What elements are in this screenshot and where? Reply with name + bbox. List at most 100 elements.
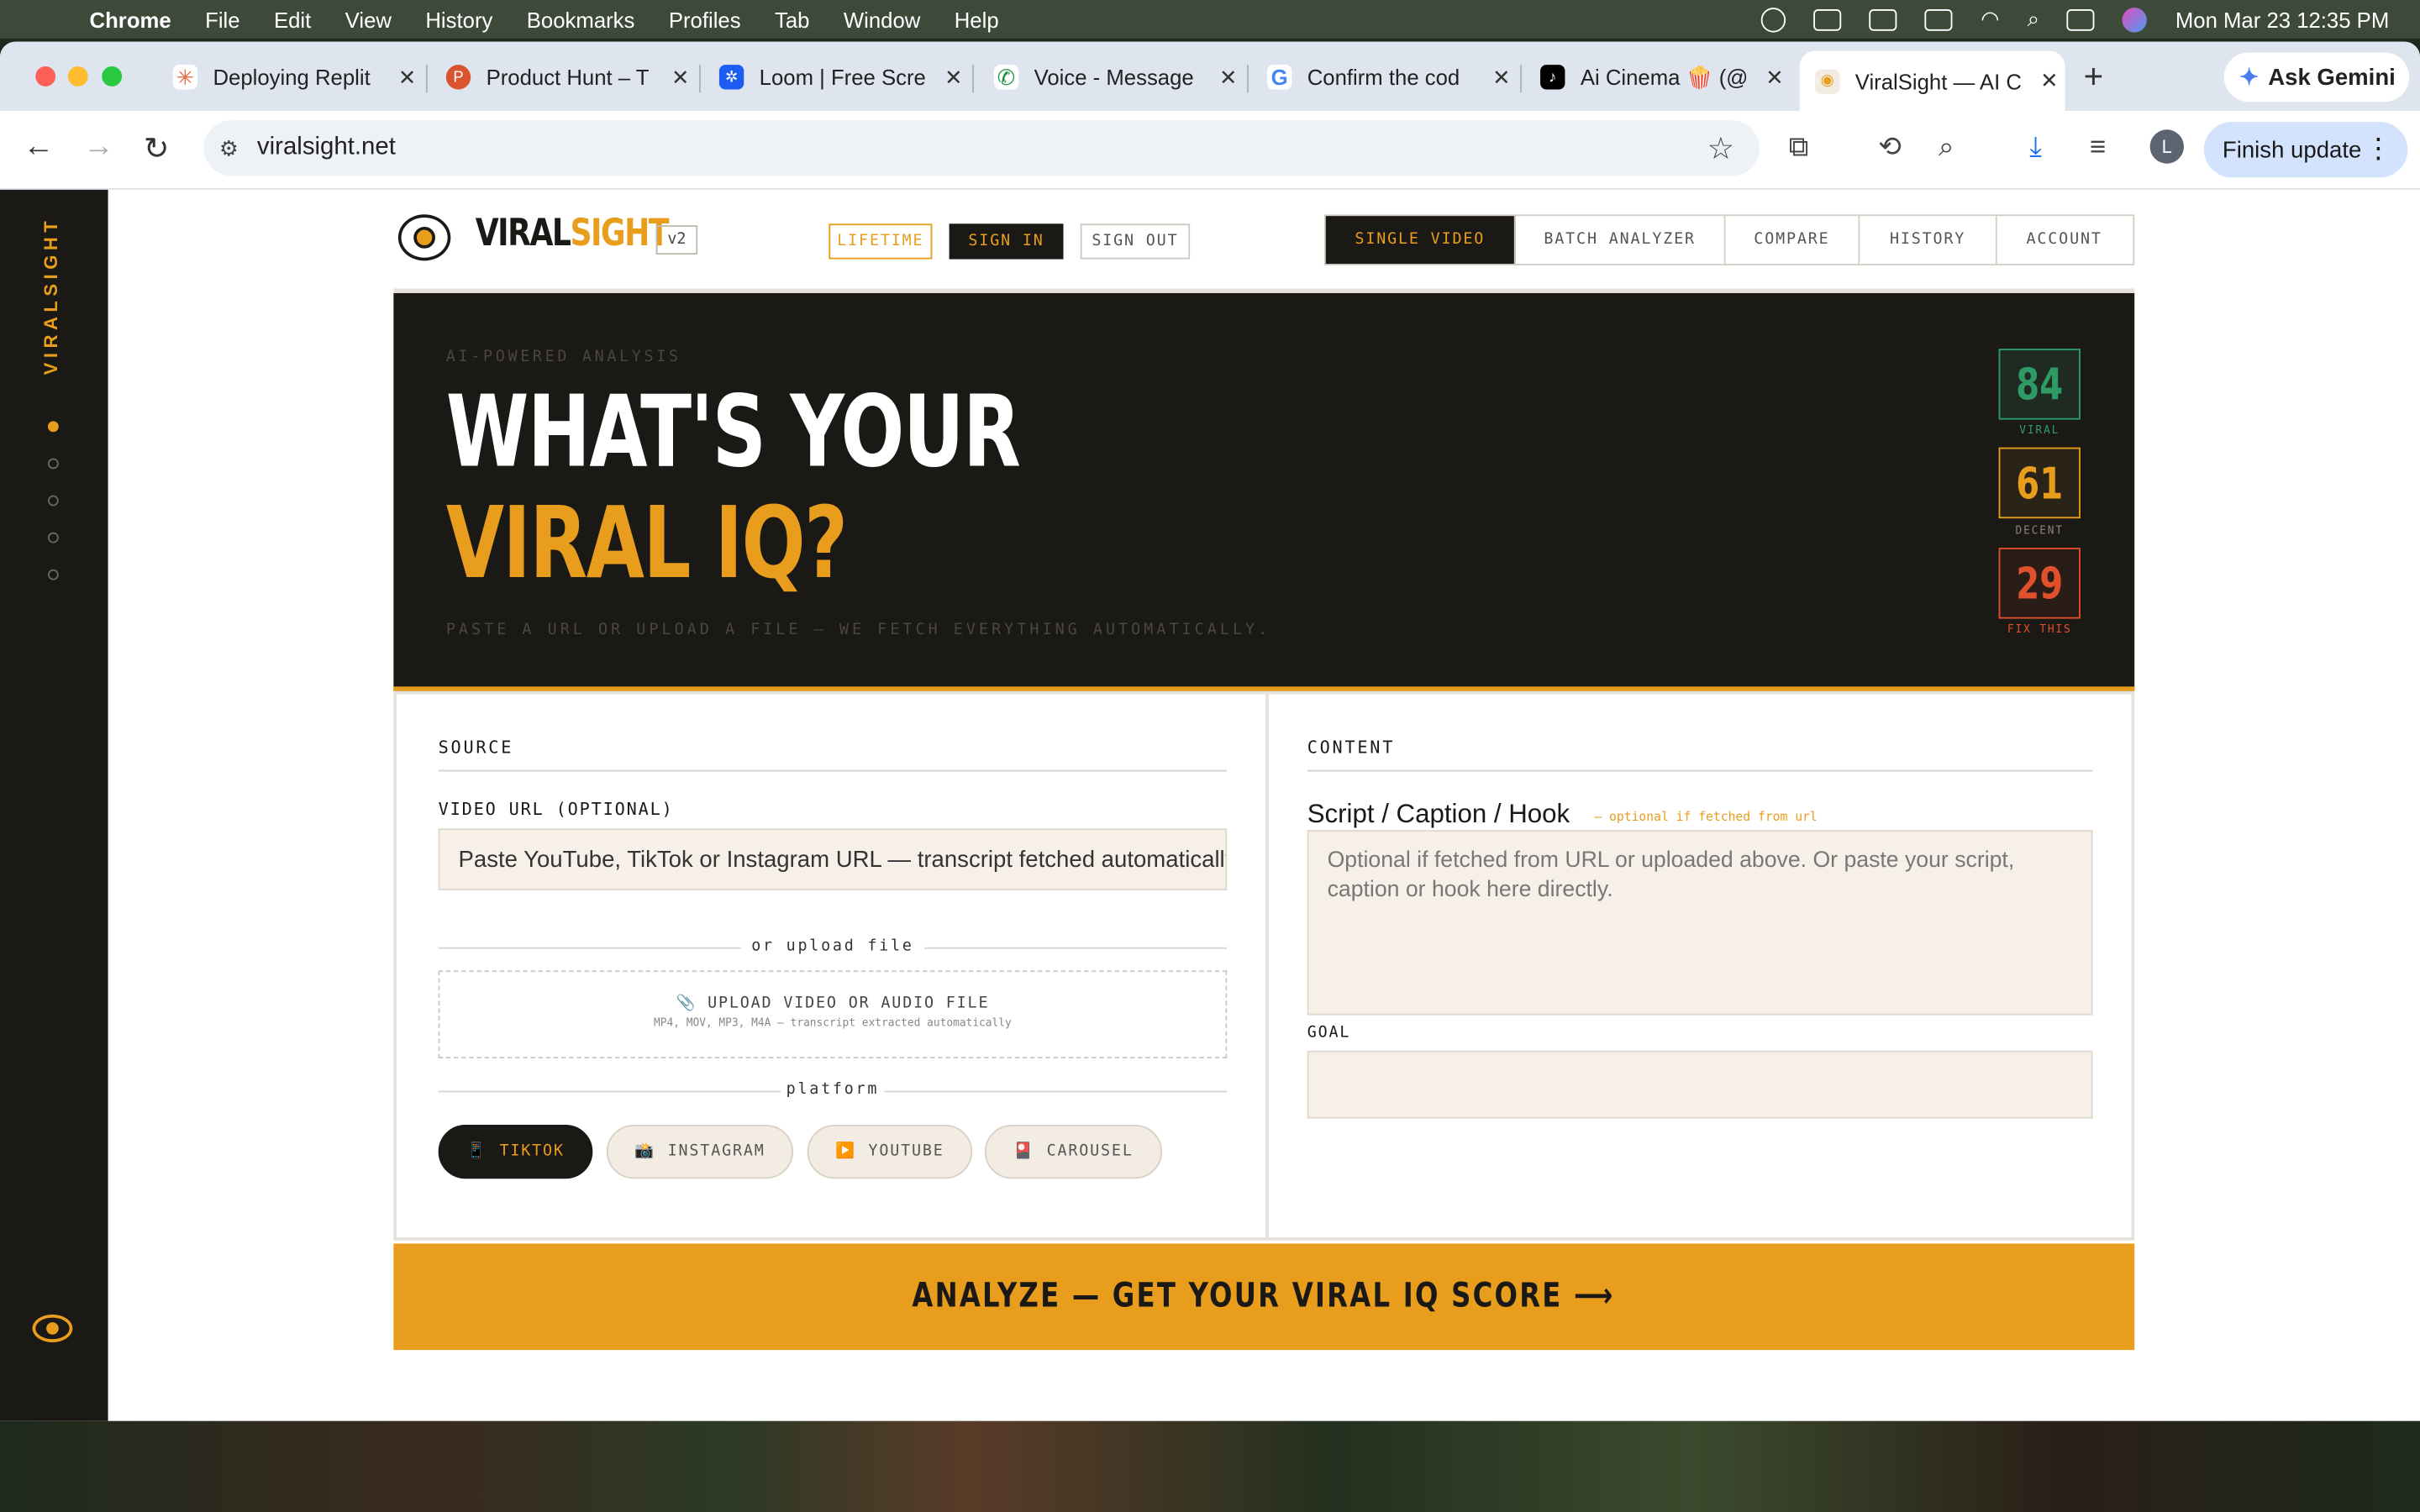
menu-app-name[interactable]: Chrome (90, 7, 171, 31)
tab-close-icon[interactable]: ✕ (2040, 68, 2059, 94)
menu-help[interactable]: Help (955, 7, 999, 31)
address-url[interactable]: viralsight.net (257, 134, 396, 162)
upload-title: UPLOAD VIDEO OR AUDIO FILE (708, 995, 990, 1012)
video-url-input[interactable]: Paste YouTube, TikTok or Instagram URL —… (438, 828, 1228, 890)
tab-compare[interactable]: COMPARE (1725, 216, 1860, 265)
site-info-icon[interactable]: ⚙ (219, 135, 239, 161)
play-icon: ▶️ (835, 1143, 856, 1161)
browser-tab[interactable]: G Confirm the cod ✕ (1266, 54, 1511, 100)
hero-title-line1: WHAT'S YOUR (445, 376, 1021, 491)
platform-divider: platform (438, 1082, 1228, 1099)
tab-close-icon[interactable]: ✕ (1492, 64, 1511, 90)
tab-batch-analyzer[interactable]: BATCH ANALYZER (1516, 216, 1726, 265)
or-upload-divider: or upload file (438, 938, 1228, 955)
control-center-icon[interactable] (2067, 8, 2096, 30)
forward-arrow-icon[interactable]: → (83, 129, 114, 165)
rail-step-dot[interactable] (47, 532, 59, 543)
analyze-button[interactable]: ANALYZE — GET YOUR VIRAL IQ SCORE ⟶ (393, 1243, 2135, 1351)
browser-tab-active[interactable]: ◉ ViralSight — AI C ✕ (1799, 50, 2065, 112)
browser-tab[interactable]: ✆ Voice - Message ✕ (993, 54, 1238, 100)
sign-out-button[interactable]: SIGN OUT (1080, 223, 1191, 260)
brand-logo[interactable]: VIRALSIGHT (476, 212, 670, 255)
goal-input[interactable] (1307, 1050, 2093, 1119)
finish-update-button[interactable]: Finish update ⋮ (2203, 122, 2408, 178)
platform-youtube-button[interactable]: ▶️ YOUTUBE (807, 1124, 973, 1179)
platform-carousel-button[interactable]: 🎴 CAROUSEL (984, 1124, 1163, 1179)
tab-close-icon[interactable]: ✕ (1765, 64, 1784, 90)
menu-history[interactable]: History (425, 7, 492, 31)
eye-logo-icon[interactable] (397, 214, 451, 261)
menu-edit[interactable]: Edit (274, 7, 311, 31)
menubar-clock[interactable]: Mon Mar 23 12:35 PM (2175, 7, 2389, 31)
wifi-icon[interactable]: ◠ (1981, 6, 1999, 32)
extensions-puzzle-icon[interactable]: ⧉ (1789, 131, 1809, 164)
browser-tab[interactable]: ✳ Deploying Replit ✕ (172, 54, 417, 100)
content-section-title: CONTENT (1307, 737, 1396, 758)
macos-menubar: Chrome File Edit View History Bookmarks … (0, 0, 2420, 39)
lifetime-button[interactable]: LIFETIME (829, 223, 933, 260)
profile-avatar[interactable]: L (2149, 129, 2184, 164)
side-rail: VIRALSIGHT (0, 189, 108, 1421)
new-tab-button[interactable]: + (2084, 57, 2104, 97)
tab-history[interactable]: HISTORY (1860, 216, 1997, 265)
platform-instagram-button[interactable]: 📸 INSTAGRAM (606, 1124, 794, 1179)
tab-title: ViralSight — AI C (1854, 68, 2022, 94)
display-status-icon[interactable] (1813, 8, 1842, 30)
tab-title: Product Hunt – T (486, 65, 650, 90)
browser-tab[interactable]: ♪ Ai Cinema 🍿 (@ ✕ (1540, 54, 1784, 100)
platform-tiktok-button[interactable]: 📱 TIKTOK (438, 1124, 593, 1179)
close-window-button[interactable] (35, 66, 56, 87)
zoom-window-button[interactable] (102, 66, 123, 87)
rail-step-dot[interactable] (47, 458, 59, 470)
download-icon[interactable]: ⤓ (2029, 131, 2042, 164)
eye-logo-icon[interactable] (32, 1314, 73, 1342)
section-rule (438, 769, 1228, 772)
version-badge: v2 (655, 225, 698, 255)
script-label: Script / Caption / Hook (1307, 799, 1570, 829)
browser-tab[interactable]: P Product Hunt – T ✕ (445, 54, 690, 100)
siri-icon[interactable] (2123, 7, 2148, 32)
video-url-label: VIDEO URL (OPTIONAL) (438, 799, 674, 820)
tab-close-icon[interactable]: ✕ (398, 64, 417, 90)
media-controls-icon[interactable]: ≡ (2090, 131, 2106, 164)
column-divider (1265, 694, 1269, 1238)
hero-title-line2: VIRAL IQ? (445, 487, 848, 602)
menu-bookmarks[interactable]: Bookmarks (527, 7, 635, 31)
battery-icon[interactable] (1925, 8, 1954, 30)
play-status-icon[interactable] (1761, 7, 1786, 32)
tab-title: Deploying Replit (213, 65, 371, 90)
tab-single-video[interactable]: SINGLE VIDEO (1325, 216, 1516, 265)
bookmark-star-icon[interactable]: ☆ (1707, 129, 1735, 168)
tab-title: Confirm the cod (1307, 65, 1460, 90)
sign-in-button[interactable]: SIGN IN (949, 223, 1064, 260)
reload-icon[interactable]: ↻ (144, 129, 170, 168)
address-bar[interactable]: ⚙ viralsight.net ☆ (203, 120, 1760, 176)
tab-close-icon[interactable]: ✕ (671, 64, 690, 90)
score-badge-viral: 84 (1998, 349, 2081, 420)
history-icon[interactable]: ⟲ (1878, 131, 1902, 164)
back-arrow-icon[interactable]: ← (24, 129, 55, 165)
score-label-viral: VIRAL (2019, 424, 2060, 437)
tab-close-icon[interactable]: ✕ (944, 64, 963, 90)
menu-profiles[interactable]: Profiles (669, 7, 741, 31)
menu-view[interactable]: View (345, 7, 392, 31)
tab-close-icon[interactable]: ✕ (1219, 64, 1238, 90)
menu-tab[interactable]: Tab (775, 7, 809, 31)
rail-step-dot[interactable] (47, 495, 59, 507)
search-tabs-icon[interactable]: ⌕ (1939, 131, 1954, 164)
spotlight-search-icon[interactable]: ⌕ (2028, 6, 2039, 32)
memory-status-icon[interactable] (1870, 8, 1898, 30)
phone-icon: 📱 (466, 1143, 487, 1161)
minimize-window-button[interactable] (67, 66, 88, 87)
menu-window[interactable]: Window (844, 7, 920, 31)
rail-step-dot[interactable] (47, 421, 59, 433)
browser-tab[interactable]: ✲ Loom | Free Scre ✕ (718, 54, 963, 100)
script-textarea[interactable]: Optional if fetched from URL or uploaded… (1307, 830, 2093, 1016)
more-menu-icon[interactable]: ⋮ (2365, 133, 2392, 165)
file-upload-dropzone[interactable]: 📎 UPLOAD VIDEO OR AUDIO FILE MP4, MOV, M… (438, 970, 1228, 1058)
ask-gemini-button[interactable]: ✦ Ask Gemini (2223, 52, 2410, 102)
tab-account[interactable]: ACCOUNT (1997, 216, 2132, 264)
tab-favicon-icon: G (1266, 65, 1292, 90)
rail-step-dot[interactable] (47, 569, 59, 580)
menu-file[interactable]: File (205, 7, 239, 31)
